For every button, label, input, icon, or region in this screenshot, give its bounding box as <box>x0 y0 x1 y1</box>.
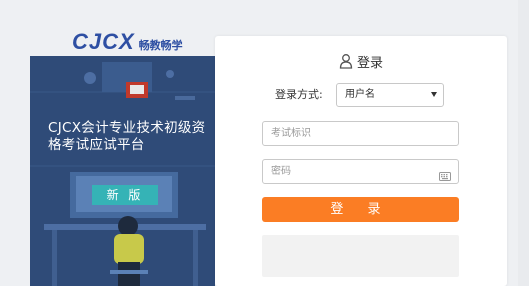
caret-down-icon <box>431 92 437 97</box>
banner-title: CJCX会计专业技术初级资格考试应试平台 <box>48 120 206 153</box>
promo-banner: CJCX会计专业技术初级资格考试应试平台 新 版 <box>30 56 215 286</box>
exam-id-input[interactable]: 考试标识 <box>262 121 459 146</box>
password-input[interactable]: 密码 <box>262 159 459 184</box>
banner-illustration <box>30 56 215 286</box>
brand-logo: CJCX 畅教畅学 <box>72 29 183 53</box>
login-method-select[interactable]: 用户名 <box>336 83 444 107</box>
captcha-area[interactable] <box>262 235 459 277</box>
login-method-label: 登录方式: <box>275 88 323 101</box>
new-version-badge: 新 版 <box>92 185 158 205</box>
login-card: 登录 登录方式: 用户名 考试标识 密码 登 录 <box>215 36 507 286</box>
login-method-value: 用户名 <box>345 89 375 100</box>
password-placeholder: 密码 <box>271 166 291 177</box>
page-edge <box>518 0 529 286</box>
exam-id-placeholder: 考试标识 <box>271 128 311 139</box>
logo-subtitle: 畅教畅学 <box>138 39 183 52</box>
keyboard-icon[interactable] <box>439 167 451 190</box>
login-button[interactable]: 登 录 <box>262 197 459 222</box>
logo-text: CJCX <box>72 29 135 54</box>
login-title: 登录 <box>356 55 383 71</box>
login-header: 登录 <box>215 50 507 72</box>
user-icon <box>339 53 353 69</box>
